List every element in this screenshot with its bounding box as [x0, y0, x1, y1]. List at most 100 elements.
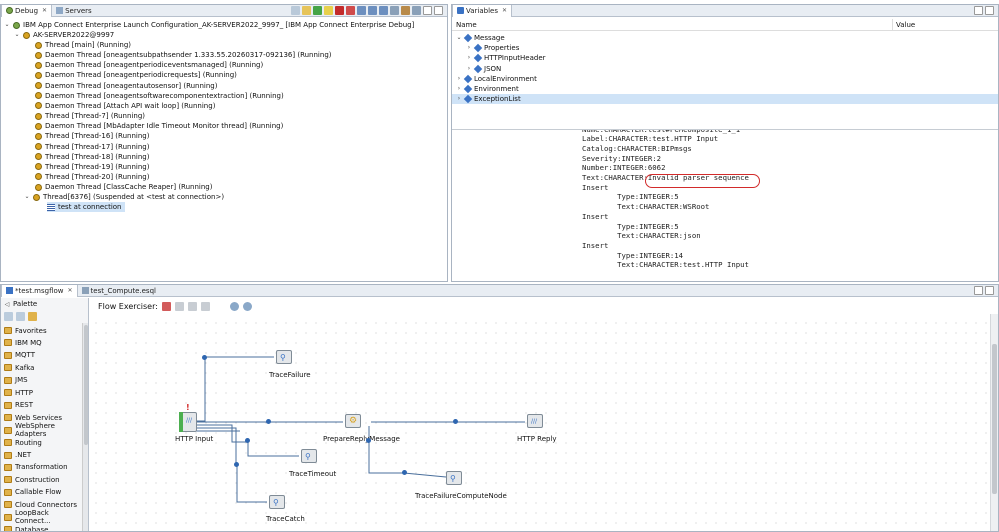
thread-item[interactable]: Thread [Thread-17] (Running) — [35, 142, 149, 152]
variable-item[interactable]: › JSON — [466, 64, 501, 74]
thread-item[interactable]: Daemon Thread [ClassCache Reaper] (Runni… — [35, 182, 212, 192]
palette-drawer[interactable]: REST — [3, 400, 81, 411]
step-over-icon[interactable] — [368, 6, 377, 15]
palette-drawer[interactable]: Favorites — [3, 325, 81, 336]
chevron-right-icon[interactable]: › — [466, 53, 472, 63]
palette-drawer[interactable]: Database — [3, 524, 81, 531]
thread-item[interactable]: Daemon Thread [MbAdapter Idle Timeout Mo… — [35, 121, 283, 131]
trace-catch-node[interactable]: ⚲ — [269, 495, 285, 509]
palette-drawer[interactable]: .NET — [3, 450, 81, 461]
http-reply-node[interactable]: /// — [527, 414, 543, 428]
tab-debug[interactable]: Debug ✕ — [1, 5, 53, 17]
use-step-filters-icon[interactable] — [401, 6, 410, 15]
connection-handle[interactable] — [234, 462, 239, 467]
thread-item[interactable]: Daemon Thread [oneagentautosensor] (Runn… — [35, 81, 217, 91]
variable-item[interactable]: › LocalEnvironment — [456, 74, 537, 84]
thread-item[interactable]: Thread [Thread-18] (Running) — [35, 152, 149, 162]
palette-drawer[interactable]: MQTT — [3, 350, 81, 361]
minimize-icon[interactable] — [423, 6, 432, 15]
thread-item[interactable]: Thread [Thread-19] (Running) — [35, 162, 149, 172]
server-item[interactable]: ⌄ AK-SERVER2022@9997 — [14, 30, 114, 40]
select-tool-icon[interactable] — [4, 312, 13, 321]
close-icon[interactable]: ✕ — [68, 287, 73, 294]
maximize-icon[interactable] — [434, 6, 443, 15]
variable-item[interactable]: ⌄ Message — [456, 33, 505, 43]
stack-frame[interactable]: test at connection — [47, 202, 125, 212]
thread-item[interactable]: Thread [main] (Running) — [35, 40, 131, 50]
palette-drawer[interactable]: LoopBack Connect... — [3, 509, 81, 525]
chevron-down-icon[interactable]: ⌄ — [4, 20, 10, 30]
disconnect-icon[interactable] — [346, 6, 355, 15]
variable-detail[interactable]: Name:CHARACTER:test#FCMComposite_1_1Labe… — [452, 130, 998, 281]
thread-item[interactable]: Thread [Thread-7] (Running) — [35, 111, 145, 121]
chevron-right-icon[interactable]: › — [456, 74, 462, 84]
chevron-right-icon[interactable]: › — [466, 43, 472, 53]
palette-header[interactable]: ◁ Palette — [4, 300, 38, 308]
close-icon[interactable]: ✕ — [502, 7, 507, 14]
trace-failure-compute-node[interactable]: ⚲ — [446, 471, 462, 485]
palette-drawer[interactable]: Transformation — [3, 462, 81, 473]
step-return-icon[interactable] — [379, 6, 388, 15]
step-into-icon[interactable] — [357, 6, 366, 15]
thread-item[interactable]: Daemon Thread [oneagentperiodiceventsman… — [35, 60, 263, 70]
collapse-icon[interactable] — [291, 6, 300, 15]
connection-tool-icon[interactable] — [28, 312, 37, 321]
marquee-tool-icon[interactable] — [16, 312, 25, 321]
thread-item[interactable]: Daemon Thread [oneagentsoftwarecomponent… — [35, 91, 284, 101]
chevron-down-icon[interactable]: ⌄ — [24, 192, 30, 202]
skip-breakpoints-icon[interactable] — [302, 6, 311, 15]
prepare-reply-node[interactable]: ⚙ — [345, 414, 361, 428]
palette-drawer[interactable]: WebSphere Adapters — [3, 422, 81, 438]
palette-scrollbar[interactable] — [82, 323, 88, 531]
palette-drawer[interactable]: Construction — [3, 474, 81, 485]
close-icon[interactable]: ✕ — [42, 7, 47, 14]
tab-variables[interactable]: Variables ✕ — [452, 5, 513, 17]
chevron-left-icon[interactable]: ◁ — [4, 301, 10, 308]
trace-failure-node[interactable]: ⚲ — [276, 350, 292, 364]
connection-handle[interactable] — [266, 419, 271, 424]
minimize-icon[interactable] — [974, 6, 983, 15]
value-column-header[interactable]: Value — [896, 21, 915, 29]
name-column-header[interactable]: Name — [456, 21, 477, 29]
variable-item[interactable]: › Properties — [466, 43, 519, 53]
http-input-node[interactable]: /// — [179, 412, 197, 432]
view-menu-icon[interactable] — [412, 6, 421, 15]
chevron-down-icon[interactable]: ⌄ — [456, 33, 462, 43]
suspend-icon[interactable] — [324, 6, 333, 15]
variable-item[interactable]: › ExceptionList — [452, 94, 998, 105]
maximize-icon[interactable] — [985, 286, 994, 295]
launch-item[interactable]: ⌄ IBM App Connect Enterprise Launch Conf… — [4, 20, 414, 30]
palette-drawer[interactable]: Kafka — [3, 362, 81, 373]
thread-item[interactable]: Daemon Thread [oneagentsubpathsender 1.3… — [35, 50, 332, 60]
suspended-thread[interactable]: ⌄ Thread[6376] (Suspended at <test at co… — [24, 192, 224, 202]
flow-canvas[interactable]: Flow Exerciser: /// ! HTTP Input ⚲ Trace… — [91, 298, 998, 531]
terminate-icon[interactable] — [335, 6, 344, 15]
thread-item[interactable]: Daemon Thread [oneagentperiodicrequests]… — [35, 70, 237, 80]
connection-handle[interactable] — [245, 438, 250, 443]
resume-icon[interactable] — [313, 6, 322, 15]
variable-item[interactable]: › Environment — [456, 84, 519, 94]
trace-timeout-node[interactable]: ⚲ — [301, 449, 317, 463]
thread-item[interactable]: Thread [Thread-20] (Running) — [35, 172, 149, 182]
chevron-right-icon[interactable]: › — [466, 64, 472, 74]
palette-drawer[interactable]: Routing — [3, 437, 81, 448]
connection-handle[interactable] — [366, 438, 371, 443]
chevron-down-icon[interactable]: ⌄ — [14, 30, 20, 40]
chevron-right-icon[interactable]: › — [456, 84, 462, 94]
connection-handle[interactable] — [453, 419, 458, 424]
palette-drawer[interactable]: HTTP — [3, 387, 81, 398]
tab-test-compute-esql[interactable]: test_Compute.esql — [78, 285, 160, 297]
thread-item[interactable]: Thread [Thread-16] (Running) — [35, 131, 149, 141]
minimize-icon[interactable] — [974, 286, 983, 295]
chevron-right-icon[interactable]: › — [456, 94, 462, 104]
palette-drawer[interactable]: Callable Flow — [3, 487, 81, 498]
connection-handle[interactable] — [202, 355, 207, 360]
palette-drawer[interactable]: IBM MQ — [3, 337, 81, 348]
connection-handle[interactable] — [402, 470, 407, 475]
tab-test-msgflow[interactable]: *test.msgflow ✕ — [1, 285, 78, 297]
tab-servers[interactable]: Servers — [52, 5, 96, 17]
maximize-icon[interactable] — [985, 6, 994, 15]
variable-item[interactable]: › HTTPInputHeader — [466, 53, 546, 63]
palette-drawer[interactable]: JMS — [3, 375, 81, 386]
thread-item[interactable]: Daemon Thread [Attach API wait loop] (Ru… — [35, 101, 215, 111]
